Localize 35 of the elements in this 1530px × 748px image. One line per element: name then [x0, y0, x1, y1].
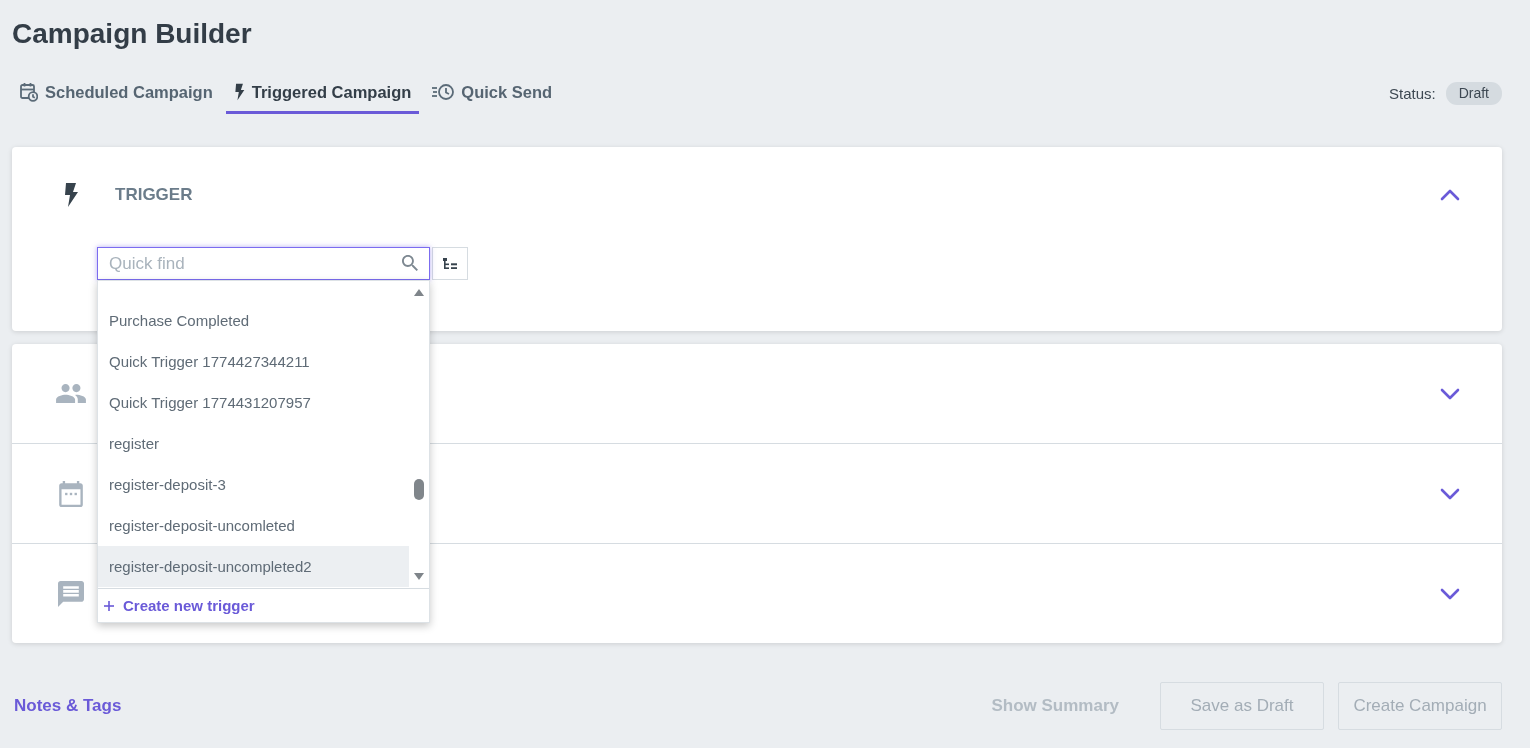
chat-bubble-icon — [58, 580, 84, 607]
trigger-option[interactable]: register — [98, 423, 409, 464]
chevron-down-icon[interactable] — [1440, 587, 1460, 600]
scroll-down-icon[interactable] — [414, 573, 424, 580]
chevron-down-icon[interactable] — [1440, 487, 1460, 500]
scroll-up-icon[interactable] — [414, 289, 424, 296]
chevron-up-icon[interactable] — [1440, 189, 1460, 201]
trigger-option[interactable]: Quick Trigger 1774427344211 — [98, 341, 409, 382]
trigger-option[interactable]: Purchase Completed — [98, 300, 409, 341]
plus-icon — [104, 600, 114, 611]
trigger-option[interactable]: register-deposit-3 — [98, 464, 409, 505]
trigger-option[interactable]: register-deposit-uncompleted2 — [98, 546, 409, 587]
lightning-bolt-icon — [63, 183, 79, 207]
notes-tags-link[interactable]: Notes & Tags — [14, 696, 122, 716]
page-title: Campaign Builder — [12, 17, 253, 51]
calendar-clock-icon — [20, 82, 38, 102]
create-trigger-button[interactable]: Create new trigger — [102, 595, 257, 616]
clock-icon — [432, 83, 455, 101]
chevron-down-icon[interactable] — [1440, 387, 1460, 400]
lightning-bolt-icon — [233, 83, 245, 101]
hierarchy-icon — [443, 258, 457, 269]
status-badge: Draft — [1445, 81, 1502, 105]
campaign-type-tab[interactable]: Triggered Campaign — [225, 72, 420, 114]
search-icon — [402, 255, 418, 271]
trigger-option[interactable]: register-deposit-uncomleted — [98, 505, 409, 546]
tree-view-button[interactable] — [432, 247, 468, 280]
scrollbar-thumb[interactable] — [414, 479, 424, 500]
calendar-icon — [59, 480, 83, 507]
search-field[interactable]: Quick find — [97, 247, 430, 280]
section-title: TRIGGER — [115, 185, 193, 205]
trigger-option[interactable]: Quick Trigger 1774431207957 — [98, 382, 409, 423]
campaign-type-tab[interactable]: Scheduled Campaign — [12, 72, 221, 114]
campaign-type-tab[interactable]: Quick Send — [424, 72, 561, 114]
status-label: Status: — [1388, 84, 1436, 102]
people-icon — [56, 384, 86, 403]
